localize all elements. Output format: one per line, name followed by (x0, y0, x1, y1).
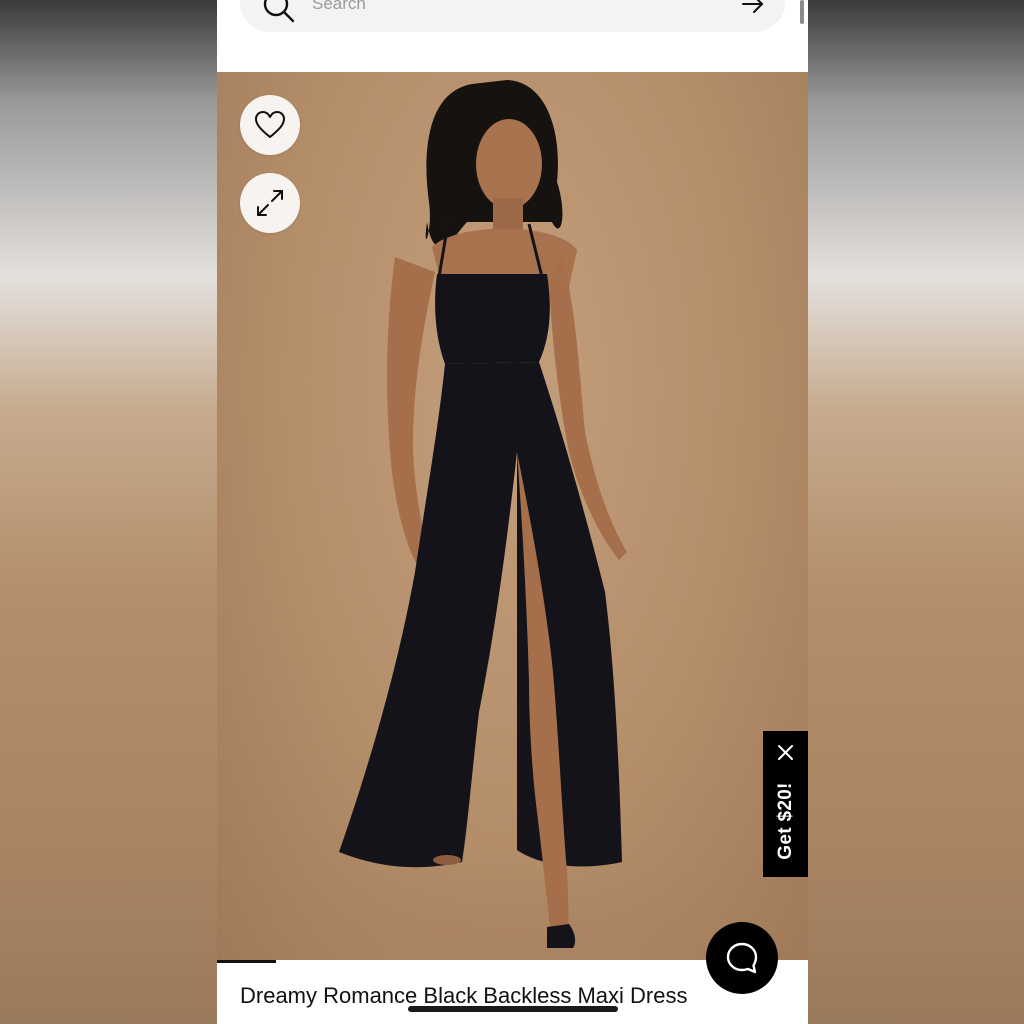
search-icon (263, 0, 295, 23)
gallery-progress-indicator (217, 960, 276, 963)
promo-label[interactable]: Get $20! (775, 782, 797, 859)
search-input[interactable] (312, 0, 692, 14)
search-bar[interactable] (240, 0, 785, 32)
home-indicator[interactable] (408, 1006, 618, 1012)
expand-image-button[interactable] (240, 173, 300, 233)
scrollbar[interactable] (800, 0, 804, 24)
heart-icon (255, 111, 285, 138)
background-blur-right (808, 0, 1024, 1024)
arrow-right-icon[interactable] (741, 0, 765, 14)
chat-button[interactable] (706, 922, 778, 994)
product-photo (232, 80, 792, 960)
promo-tab[interactable]: Get $20! (763, 731, 808, 877)
close-icon[interactable] (777, 744, 794, 761)
app-screen: Get $20! Dreamy Romance Black Backless M… (217, 0, 808, 1024)
wishlist-button[interactable] (240, 95, 300, 155)
chat-bubble-icon (726, 942, 758, 974)
expand-icon (257, 190, 283, 216)
product-image[interactable]: Get $20! (217, 72, 808, 960)
background-blur-left (0, 0, 217, 1024)
